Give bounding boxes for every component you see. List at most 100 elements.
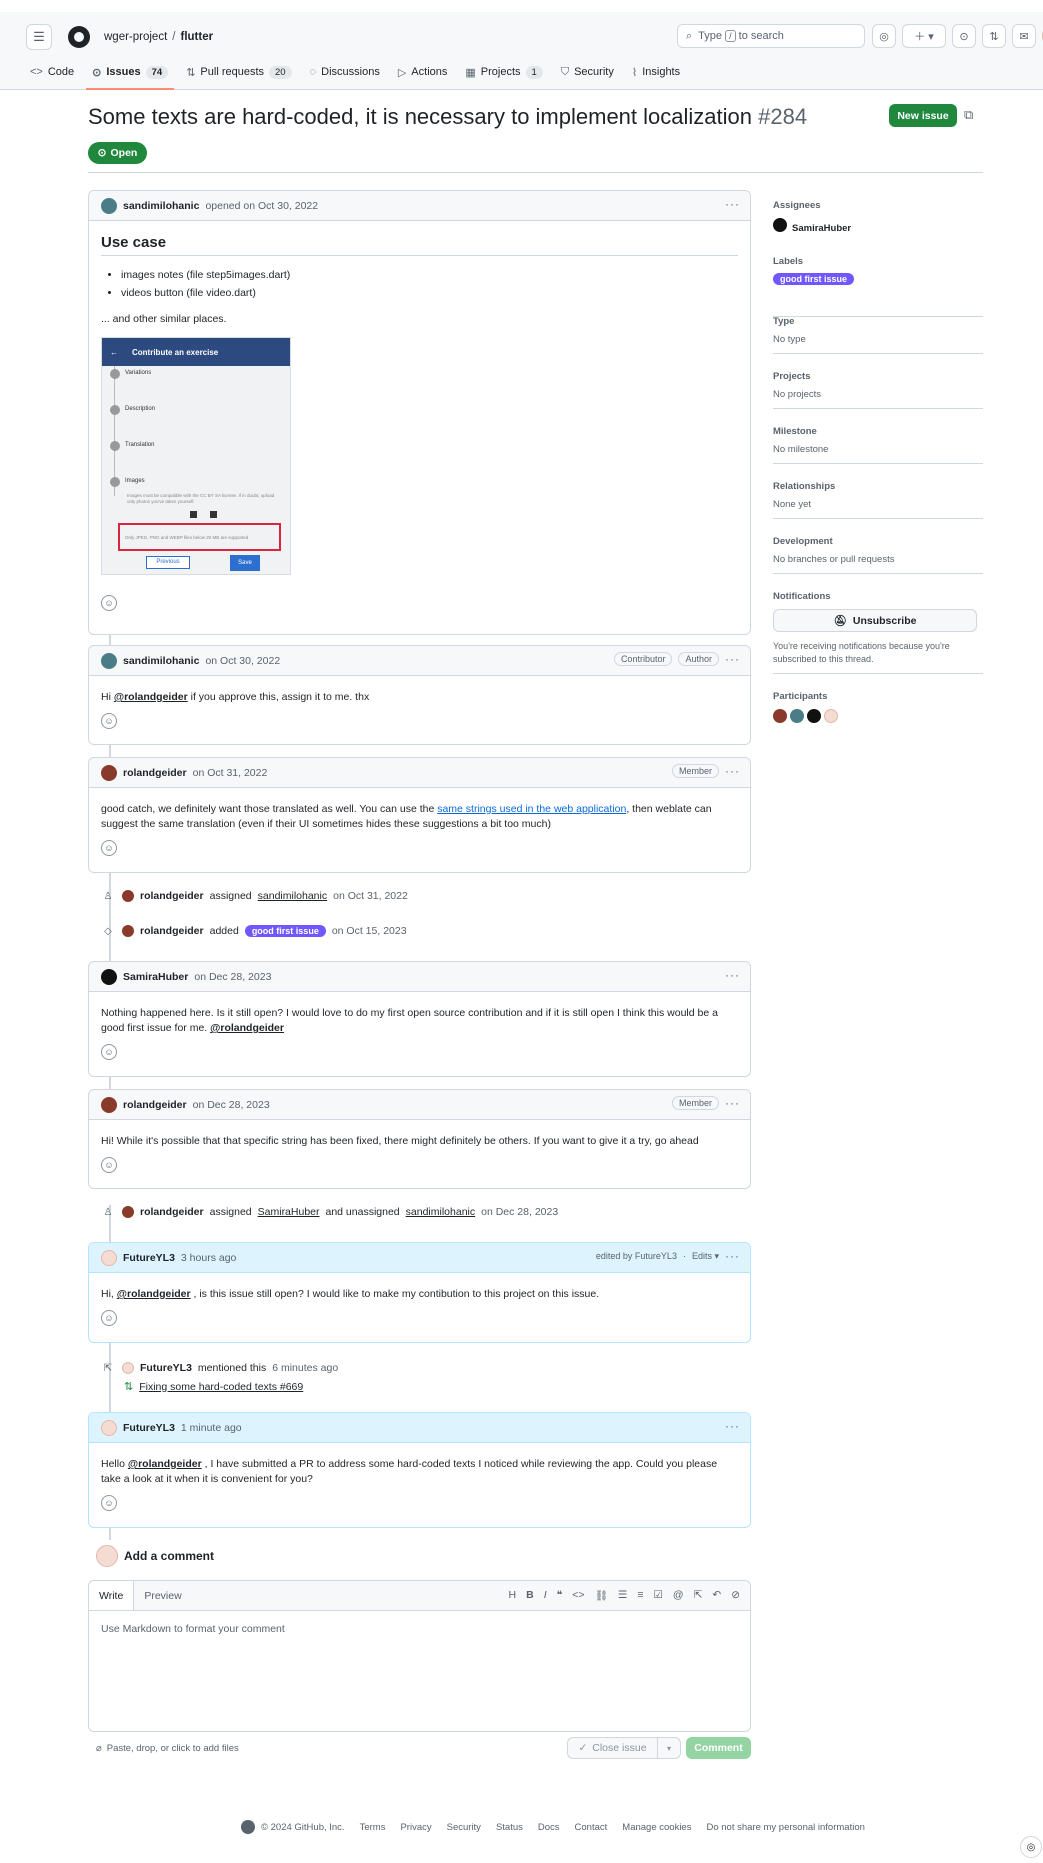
copy-icon[interactable]: ⧉ [964, 107, 973, 123]
search-input[interactable]: ⌕ Type / to search [677, 24, 865, 48]
heading-icon[interactable]: H [509, 1589, 517, 1602]
mention-link[interactable]: @rolandgeider [128, 1458, 202, 1470]
reply-icon[interactable]: ↶ [712, 1589, 721, 1602]
add-reaction-icon[interactable]: ☺ [101, 840, 117, 856]
github-logo-icon[interactable] [241, 1820, 255, 1834]
bulleted-list-icon[interactable]: ☰ [618, 1589, 627, 1602]
avatar[interactable] [101, 764, 117, 781]
mention-icon[interactable]: @ [673, 1589, 684, 1602]
more-options-icon[interactable]: ··· [725, 197, 740, 211]
section-heading[interactable]: Labels [773, 256, 983, 267]
avatar[interactable] [101, 1419, 117, 1436]
label-good-first-issue[interactable]: good first issue [773, 273, 855, 285]
tab-code[interactable]: <> Code [30, 60, 74, 84]
inbox-icon[interactable]: ✉ [1012, 24, 1036, 48]
tab-projects[interactable]: ▦ Projects 1 [465, 60, 543, 84]
code-icon[interactable]: <> [572, 1589, 584, 1602]
owner-link[interactable]: wger-project [104, 31, 167, 43]
mention-link[interactable]: @rolandgeider [117, 1288, 191, 1300]
footer-link-do-not-share[interactable]: Do not share my personal information [706, 1822, 864, 1833]
menu-icon[interactable]: ☰ [26, 24, 52, 50]
avatar[interactable] [101, 652, 117, 669]
avatar[interactable] [122, 1362, 134, 1374]
author-link[interactable]: sandimilohanic [123, 655, 199, 667]
avatar[interactable] [101, 1249, 117, 1266]
tab-write[interactable]: Write [89, 1581, 135, 1610]
embedded-screenshot[interactable]: ←Contribute an exercise 2Variations 3Des… [101, 337, 291, 575]
tab-pull-requests[interactable]: ⇅ Pull requests 20 [186, 60, 292, 84]
italic-icon[interactable]: I [544, 1589, 547, 1602]
tab-insights[interactable]: ⌇ Insights [632, 60, 680, 84]
more-options-icon[interactable]: ··· [725, 968, 740, 982]
add-reaction-icon[interactable]: ☺ [101, 713, 117, 729]
pull-requests-icon[interactable]: ⇅ [982, 24, 1006, 48]
numbered-list-icon[interactable]: ≡ [637, 1589, 643, 1602]
actor-link[interactable]: FutureYL3 [140, 1362, 192, 1374]
issues-icon[interactable]: ⊙ [952, 24, 976, 48]
unassignee-link[interactable]: sandimilohanic [406, 1206, 475, 1218]
bold-icon[interactable]: B [526, 1589, 534, 1602]
web-strings-link[interactable]: same strings used in the web application [437, 803, 626, 815]
close-issue-button[interactable]: ✓ Close issue ▾ [567, 1737, 681, 1759]
author-link[interactable]: SamiraHuber [123, 971, 188, 983]
add-reaction-icon[interactable]: ☺ [101, 1310, 117, 1326]
tab-actions[interactable]: ▷ Actions [398, 60, 448, 84]
avatar[interactable] [773, 218, 787, 232]
unsubscribe-button[interactable]: 🔕︎ Unsubscribe [773, 609, 977, 632]
footer-link-status[interactable]: Status [496, 1822, 523, 1833]
avatar[interactable] [101, 968, 117, 985]
avatar[interactable] [122, 925, 134, 937]
assignee-link[interactable]: SamiraHuber [258, 1206, 320, 1218]
participant-avatar[interactable] [773, 709, 787, 723]
copilot-icon[interactable]: ◎ [872, 24, 896, 48]
avatar[interactable] [101, 197, 117, 214]
participant-avatar[interactable] [807, 709, 821, 723]
footer-link-terms[interactable]: Terms [360, 1822, 386, 1833]
footer-link-docs[interactable]: Docs [538, 1822, 560, 1833]
repo-link[interactable]: flutter [180, 31, 213, 43]
avatar[interactable] [101, 1096, 117, 1113]
avatar[interactable] [122, 890, 134, 902]
task-list-icon[interactable]: ☑ [653, 1589, 662, 1602]
footer-link-cookies[interactable]: Manage cookies [622, 1822, 691, 1833]
new-issue-button[interactable]: New issue [889, 104, 957, 127]
author-link[interactable]: sandimilohanic [123, 200, 199, 212]
github-logo-icon[interactable] [68, 26, 90, 48]
author-link[interactable]: FutureYL3 [123, 1252, 175, 1264]
add-reaction-icon[interactable]: ☺ [101, 1044, 117, 1060]
actor-link[interactable]: rolandgeider [140, 1206, 204, 1218]
more-options-icon[interactable]: ··· [725, 652, 740, 666]
tab-discussions[interactable]: ◌ Discussions [310, 60, 380, 84]
footer-link-contact[interactable]: Contact [575, 1822, 608, 1833]
section-heading[interactable]: Type [773, 316, 983, 327]
label-good-first-issue[interactable]: good first issue [244, 925, 326, 937]
copilot-chat-icon[interactable]: ◎ [1020, 1836, 1042, 1858]
edits-dropdown[interactable]: Edits ▾ [692, 1251, 719, 1262]
attach-files[interactable]: ⌀ Paste, drop, or click to add files [96, 1743, 239, 1754]
author-link[interactable]: rolandgeider [123, 767, 187, 779]
pr-link[interactable]: Fixing some hard-coded texts #669 [139, 1381, 303, 1393]
tab-security[interactable]: ⛉ Security [561, 60, 614, 84]
section-heading[interactable]: Milestone [773, 426, 983, 437]
avatar[interactable] [122, 1206, 134, 1218]
more-options-icon[interactable]: ··· [725, 1419, 740, 1433]
add-reaction-icon[interactable]: ☺ [101, 1495, 117, 1511]
participant-avatar[interactable] [790, 709, 804, 723]
chevron-down-icon[interactable]: ▾ [658, 1744, 680, 1753]
footer-link-privacy[interactable]: Privacy [400, 1822, 431, 1833]
section-heading[interactable]: Development [773, 536, 983, 547]
footer-link-security[interactable]: Security [447, 1822, 481, 1833]
add-reaction-icon[interactable]: ☺ [101, 595, 117, 611]
quote-icon[interactable]: ❝ [557, 1589, 563, 1602]
author-link[interactable]: rolandgeider [123, 1099, 187, 1111]
mention-link[interactable]: @rolandgeider [210, 1022, 284, 1034]
link-icon[interactable]: ⛓ [595, 1589, 608, 1602]
section-heading[interactable]: Projects [773, 371, 983, 382]
tab-preview[interactable]: Preview [134, 1581, 191, 1610]
create-new-button[interactable]: ＋ ▾ [902, 24, 946, 48]
section-heading[interactable]: Relationships [773, 481, 983, 492]
comment-textarea[interactable]: Use Markdown to format your comment [89, 1611, 750, 1647]
slash-commands-icon[interactable]: ⊘ [731, 1589, 740, 1602]
comment-button[interactable]: Comment [686, 1737, 751, 1759]
more-options-icon[interactable]: ··· [725, 1096, 740, 1110]
